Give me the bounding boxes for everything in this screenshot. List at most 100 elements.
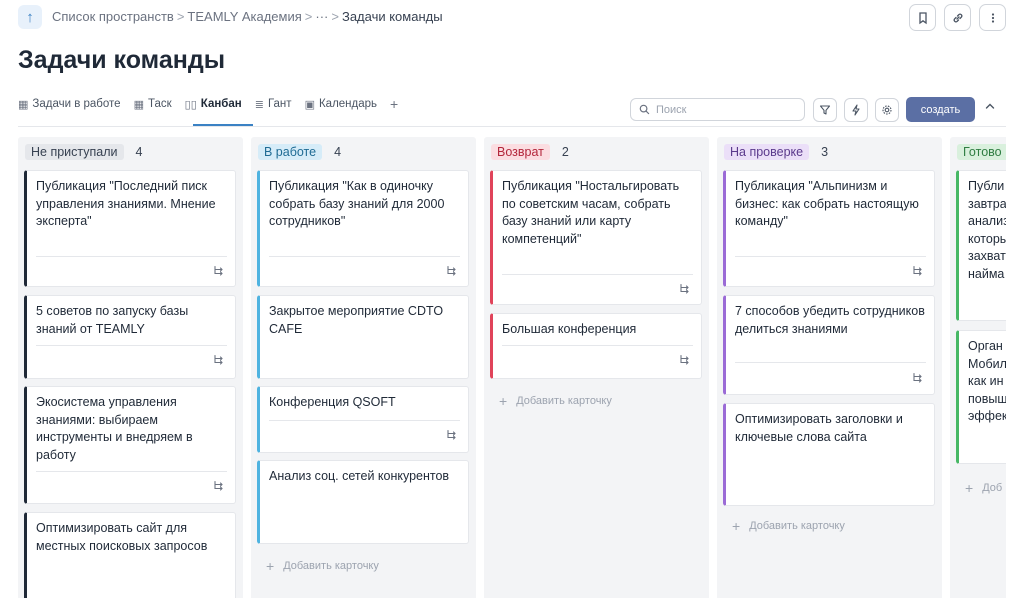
card-title: Большая конференция [502,322,637,336]
column-header: Возврат 2 [491,143,569,161]
view-tabs: ▦ Задачи в работе ▦ Таск ▯▯ Канбан ≣ Гант ▣ К… [18,95,398,127]
chevron-up-icon [985,103,995,109]
subtasks-icon[interactable] [679,354,691,366]
tab-tasks-in-progress[interactable]: ▦ Задачи в работе [18,95,121,113]
add-card-button[interactable]: + Добавить карточку [732,518,845,534]
subtasks-icon[interactable] [446,265,458,277]
card-title: Конференция QSOFT [269,395,396,409]
card-title: Оптимизировать сайт для местных поисковы… [36,521,208,553]
kanban-card[interactable]: Публикация "Как в одиночку собрать базу … [257,170,469,287]
subtasks-icon[interactable] [213,354,225,366]
breadcrumb-academy-link[interactable]: TEAMLY Академия [187,9,301,24]
tab-task[interactable]: ▦ Таск [134,95,172,113]
gear-icon [882,105,892,115]
column-header: На проверке 3 [724,143,828,161]
copy-link-button[interactable] [944,4,971,31]
card-title: Публи завтра анализ которы захват найма [968,179,1006,281]
card-title: Орган Мобил как ин повыш эффект [968,339,1006,423]
tab-label: Таск [147,98,172,110]
search-icon [639,104,650,115]
bookmark-button[interactable] [909,4,936,31]
card-title: Анализ соц. сетей конкурентов [269,469,450,483]
kanban-card[interactable]: Оптимизировать сайт для местных поисковы… [24,512,236,598]
breadcrumb-ellipsis[interactable]: ··· [315,9,328,24]
calendar-icon: ▣ [304,98,315,111]
column-status-badge[interactable]: Не приступали [25,144,124,160]
lightning-icon [852,104,860,116]
column-card-count: 2 [561,145,569,159]
tab-kanban[interactable]: ▯▯ Канбан [185,95,242,113]
breadcrumb-spaces-link[interactable]: Список пространств [52,9,174,24]
create-button[interactable]: создать [906,97,975,122]
column-status-badge[interactable]: В работе [258,144,323,160]
search-box[interactable] [630,98,805,121]
column-status-badge[interactable]: Готово [957,144,1006,160]
page-title: Задачи команды [18,46,226,74]
column-header: Не приступали 4 [25,143,142,161]
kanban-card[interactable]: Публикация "Ностальгировать по советским… [490,170,702,305]
search-input[interactable] [656,103,796,116]
card-divider [36,256,227,257]
kanban-card[interactable]: Оптимизировать заголовки и ключевые слов… [723,403,935,506]
top-bar: ↑ Список пространств > TEAMLY Академия > ···… [0,0,1024,36]
column-header: Готово [957,143,1006,161]
card-title: Публикация "Последний писк управления зн… [36,179,216,228]
subtasks-icon[interactable] [213,480,225,492]
kanban-card[interactable]: Конференция QSOFT [257,386,469,453]
add-card-label: Добавить карточку [749,520,845,532]
add-card-button[interactable]: + Добавить карточку [266,558,379,574]
kanban-column-done: Готово Публи завтра анализ которы захват… [950,137,1006,598]
subtasks-icon[interactable] [912,372,924,384]
kanban-card[interactable]: Публикация "Альпинизм и бизнес: как собр… [723,170,935,287]
arrow-up-icon: ↑ [26,8,34,26]
kanban-card[interactable]: 5 советов по запуску базы знаний от TEAM… [24,295,236,379]
add-card-button[interactable]: + Добавить карточку [499,393,612,409]
subtasks-icon[interactable] [213,265,225,277]
tab-label: Задачи в работе [32,98,121,110]
kanban-card[interactable]: Большая конференция [490,313,702,379]
kanban-icon: ▯▯ [184,98,197,111]
tab-label: Гант [267,98,292,110]
tab-gantt[interactable]: ≣ Гант [255,95,292,113]
link-icon [953,13,962,22]
card-divider [36,471,227,472]
settings-button[interactable] [875,98,899,122]
tab-calendar[interactable]: ▣ Календарь [305,95,377,113]
gantt-icon: ≣ [254,98,264,111]
add-card-label: Добавить карточку [516,395,612,407]
card-title: Публикация "Ностальгировать по советским… [502,179,680,246]
subtasks-icon[interactable] [446,429,458,441]
filter-button[interactable] [813,98,837,122]
column-status-badge[interactable]: На проверке [724,144,810,160]
subtasks-icon[interactable] [679,283,691,295]
kanban-card[interactable]: 7 способов убедить сотрудников делиться … [723,295,935,395]
card-title: Закрытое мероприятие CDTO CAFE [269,304,444,336]
tab-label: Канбан [200,98,242,110]
kanban-card[interactable]: Публикация "Последний писк управления зн… [24,170,236,287]
kanban-card[interactable]: Экосистема управления знаниями: выбираем… [24,386,236,504]
go-up-button[interactable]: ↑ [18,5,42,29]
kanban-card[interactable]: Закрытое мероприятие CDTO CAFE [257,295,469,379]
breadcrumb-separator: > [304,9,313,24]
column-status-badge[interactable]: Возврат [491,144,550,160]
subtasks-icon[interactable] [912,265,924,277]
card-divider [269,420,460,421]
add-card-label: Доб [982,482,1003,494]
add-card-button[interactable]: + Доб [965,480,1002,496]
more-menu-button[interactable] [979,4,1006,31]
kanban-card[interactable]: Публи завтра анализ которы захват найма [956,170,1006,321]
collapse-header-button[interactable] [984,100,998,118]
tab-label: Календарь [318,98,378,110]
add-view-button[interactable]: + [390,95,398,113]
card-title: 7 способов убедить сотрудников делиться … [735,304,925,336]
kanban-card[interactable]: Анализ соц. сетей конкурентов [257,460,469,544]
card-title: Публикация "Как в одиночку собрать базу … [269,179,445,228]
card-title: Оптимизировать заголовки и ключевые слов… [735,412,903,444]
automation-button[interactable] [844,98,868,122]
table-icon: ▦ [18,98,29,111]
card-title: Экосистема управления знаниями: выбираем… [36,395,193,462]
kanban-card[interactable]: Орган Мобил как ин повыш эффект [956,330,1006,464]
breadcrumb-separator: > [176,9,185,24]
filter-icon [819,105,831,115]
table-icon: ▦ [133,98,144,111]
